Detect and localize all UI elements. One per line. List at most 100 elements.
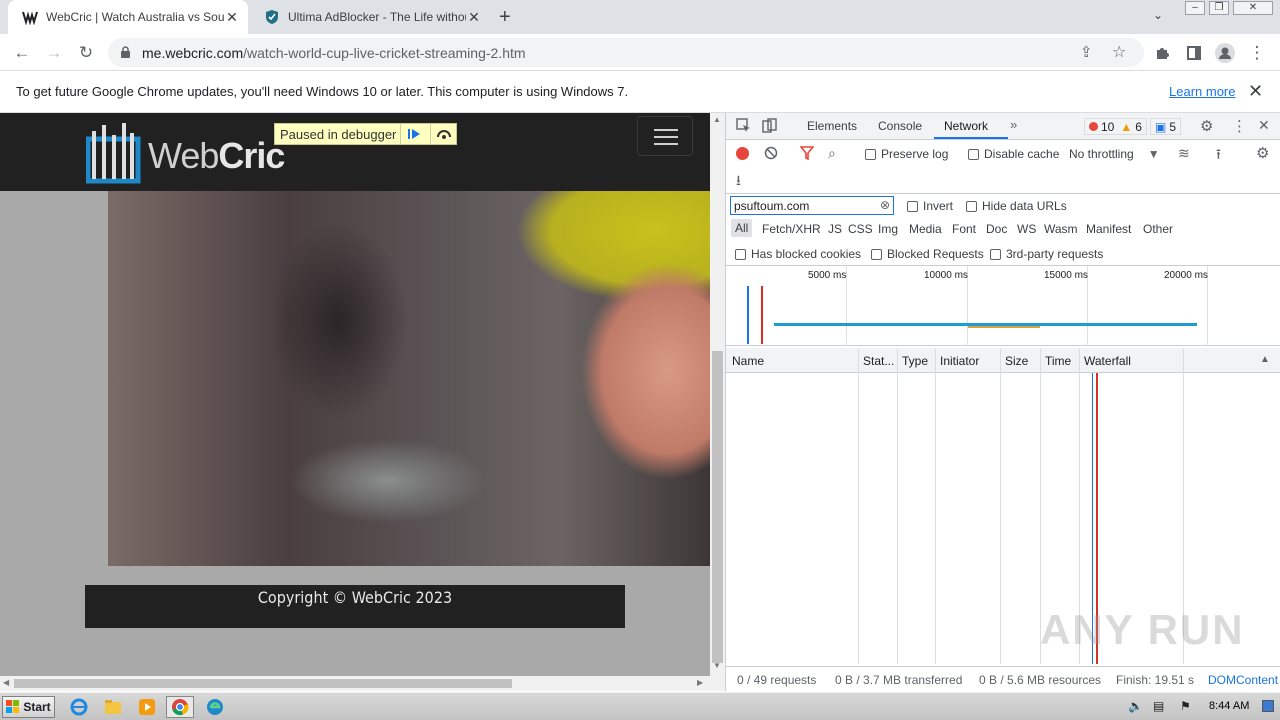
- start-button[interactable]: Start: [2, 696, 55, 718]
- network-tray-icon[interactable]: ▤: [1153, 699, 1164, 713]
- has-blocked-cookies-checkbox[interactable]: Has blocked cookies: [735, 247, 861, 261]
- tab-webcric[interactable]: WebCric | Watch Australia vs South ✕: [8, 0, 248, 34]
- scroll-up-arrow-icon[interactable]: ▲: [713, 115, 721, 124]
- scroll-right-arrow-icon[interactable]: ▶: [697, 678, 703, 687]
- infobar-close-icon[interactable]: ✕: [1248, 81, 1263, 102]
- column-divider[interactable]: [858, 348, 859, 664]
- profile-avatar-icon[interactable]: [1214, 42, 1236, 64]
- scrollbar-thumb[interactable]: [712, 351, 723, 663]
- lock-icon[interactable]: [120, 46, 131, 59]
- issues-counter[interactable]: 10 ▲ 6: [1084, 118, 1147, 135]
- messages-counter[interactable]: ▣ 5: [1150, 118, 1182, 135]
- column-size[interactable]: Size: [1005, 354, 1028, 368]
- resume-script-icon[interactable]: [400, 124, 426, 144]
- window-close-button[interactable]: ✕: [1233, 1, 1273, 15]
- scroll-left-arrow-icon[interactable]: ◀: [3, 678, 9, 687]
- network-settings-gear-icon[interactable]: ⚙: [1256, 144, 1269, 162]
- tab-elements[interactable]: Elements: [807, 119, 857, 133]
- type-filter-media[interactable]: Media: [909, 222, 942, 236]
- minimize-button[interactable]: –: [1185, 1, 1205, 15]
- close-devtools-icon[interactable]: ✕: [1258, 117, 1270, 134]
- type-filter-fetch-xhr[interactable]: Fetch/XHR: [762, 222, 821, 236]
- site-logo-text[interactable]: WebCric: [148, 135, 285, 177]
- clock[interactable]: 8:44 AM: [1209, 700, 1249, 712]
- scroll-down-arrow-icon[interactable]: ▼: [713, 661, 721, 670]
- share-icon[interactable]: ⇪: [1080, 43, 1093, 61]
- page-vertical-scrollbar[interactable]: ▲ ▼: [710, 113, 725, 676]
- network-overview-timeline[interactable]: 5000 ms 10000 ms 15000 ms 20000 ms: [726, 266, 1280, 346]
- throttling-select[interactable]: No throttling ▼: [1069, 147, 1160, 161]
- address-bar[interactable]: me.webcric.com/watch-world-cup-live-cric…: [108, 38, 1144, 67]
- column-divider[interactable]: [1000, 348, 1001, 664]
- type-filter-font[interactable]: Font: [952, 222, 976, 236]
- network-conditions-icon[interactable]: ≋: [1178, 145, 1190, 162]
- column-type[interactable]: Type: [902, 354, 928, 368]
- devtools-menu-icon[interactable]: ⋮: [1232, 117, 1247, 135]
- tab-adblocker[interactable]: Ultima AdBlocker - The Life without A ✕: [250, 0, 490, 34]
- filter-funnel-icon[interactable]: [800, 146, 814, 160]
- third-party-requests-checkbox[interactable]: 3rd-party requests: [990, 247, 1103, 261]
- tab-network[interactable]: Network: [944, 119, 988, 133]
- tab-close-icon[interactable]: ✕: [466, 9, 482, 25]
- hamburger-menu-button[interactable]: [637, 116, 693, 156]
- edge-icon[interactable]: [204, 696, 226, 718]
- action-center-flag-icon[interactable]: ⚑: [1180, 699, 1191, 713]
- tab-close-icon[interactable]: ✕: [224, 9, 240, 25]
- extensions-puzzle-icon[interactable]: [1151, 42, 1173, 64]
- column-waterfall[interactable]: Waterfall: [1084, 354, 1131, 368]
- internet-explorer-icon[interactable]: [68, 696, 90, 718]
- tab-console[interactable]: Console: [878, 119, 922, 133]
- column-name[interactable]: Name: [732, 354, 764, 368]
- learn-more-link[interactable]: Learn more: [1169, 84, 1235, 99]
- search-icon[interactable]: ⌕: [828, 145, 836, 162]
- more-tabs-chevron-icon[interactable]: »: [1010, 117, 1017, 132]
- type-filter-doc[interactable]: Doc: [986, 222, 1007, 236]
- type-filter-wasm[interactable]: Wasm: [1044, 222, 1078, 236]
- record-icon[interactable]: [736, 147, 749, 160]
- tab-search-chevron-icon[interactable]: ⌄: [1153, 8, 1163, 22]
- clear-filter-icon[interactable]: ⊗: [880, 198, 890, 212]
- device-toolbar-icon[interactable]: [762, 118, 777, 133]
- page-horizontal-scrollbar[interactable]: ◀ ▶: [0, 676, 725, 691]
- chrome-taskbar-icon[interactable]: [166, 696, 194, 718]
- type-filter-other[interactable]: Other: [1143, 222, 1173, 236]
- blocked-requests-checkbox[interactable]: Blocked Requests: [871, 247, 984, 261]
- side-panel-icon[interactable]: [1183, 42, 1205, 64]
- type-filter-ws[interactable]: WS: [1017, 222, 1036, 236]
- preserve-log-checkbox[interactable]: Preserve log: [865, 147, 948, 161]
- chrome-menu-icon[interactable]: ⋮: [1246, 42, 1268, 64]
- type-filter-manifest[interactable]: Manifest: [1086, 222, 1131, 236]
- inspect-element-icon[interactable]: [736, 118, 751, 133]
- export-har-icon[interactable]: ⭳: [736, 170, 741, 194]
- reload-icon[interactable]: ↻: [75, 42, 97, 64]
- hide-data-urls-checkbox[interactable]: Hide data URLs: [966, 199, 1067, 213]
- column-status[interactable]: Stat...: [863, 354, 894, 368]
- type-filter-img[interactable]: Img: [878, 222, 898, 236]
- file-explorer-icon[interactable]: [102, 696, 124, 718]
- invert-checkbox[interactable]: Invert: [907, 199, 953, 213]
- forward-arrow-icon[interactable]: →: [43, 42, 65, 64]
- type-filter-js[interactable]: JS: [828, 222, 842, 236]
- video-player[interactable]: [108, 191, 710, 566]
- webcric-logo-icon[interactable]: [86, 121, 142, 185]
- column-initiator[interactable]: Initiator: [940, 354, 979, 368]
- restore-button[interactable]: ❐: [1209, 1, 1229, 15]
- media-player-icon[interactable]: [136, 696, 158, 718]
- volume-icon[interactable]: 🔈: [1128, 699, 1143, 713]
- column-divider[interactable]: [897, 348, 898, 664]
- type-filter-all[interactable]: All: [731, 219, 753, 237]
- show-desktop-icon[interactable]: [1262, 700, 1274, 712]
- import-har-icon[interactable]: ⭱: [1216, 144, 1221, 168]
- scrollbar-thumb[interactable]: [14, 679, 512, 688]
- back-arrow-icon[interactable]: ←: [11, 42, 33, 64]
- column-divider[interactable]: [935, 348, 936, 664]
- sort-ascending-icon[interactable]: ▲: [1260, 354, 1270, 365]
- bookmark-star-icon[interactable]: ☆: [1112, 42, 1126, 62]
- type-filter-css[interactable]: CSS: [848, 222, 873, 236]
- step-over-icon[interactable]: [430, 124, 456, 144]
- clear-icon[interactable]: [764, 146, 778, 160]
- disable-cache-checkbox[interactable]: Disable cache: [968, 147, 1059, 161]
- column-time[interactable]: Time: [1045, 354, 1071, 368]
- filter-input[interactable]: [730, 196, 894, 215]
- settings-gear-icon[interactable]: ⚙: [1200, 117, 1213, 135]
